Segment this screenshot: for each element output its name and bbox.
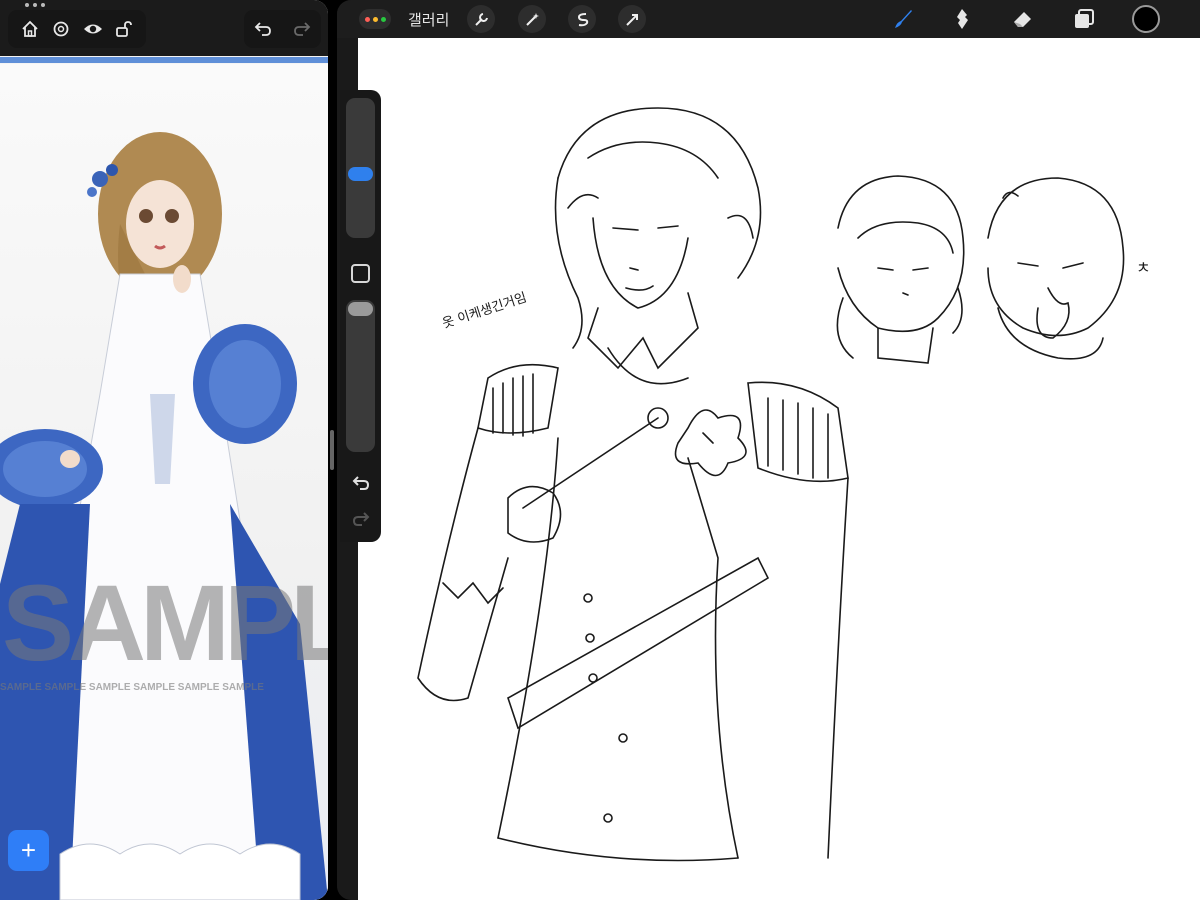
drawing-canvas[interactable]: 옷 이케생긴거임 ㅊ: [358, 38, 1200, 900]
redo-icon[interactable]: [291, 18, 313, 40]
reference-progress-line: [0, 57, 328, 63]
reference-app-pane: SAMPLE SAMPLE SAMPLE SAMPLE SAMPLE SAMPL…: [0, 0, 328, 900]
procreate-top-bar: 갤러리: [337, 0, 1200, 38]
split-view-divider-handle[interactable]: [330, 430, 334, 470]
eyedropper-modify-button[interactable]: [351, 264, 370, 283]
reference-illustration: SAMPLE SAMPLE SAMPLE SAMPLE SAMPLE SAMPL…: [0, 64, 328, 900]
reference-undo-group: [244, 10, 321, 48]
lock-icon[interactable]: [113, 18, 135, 40]
reference-figure-art: [0, 132, 328, 900]
home-icon[interactable]: [19, 18, 41, 40]
procreate-sidebar: [340, 90, 381, 542]
selection-icon[interactable]: [568, 5, 596, 33]
brush-size-thumb[interactable]: [348, 167, 373, 182]
layers-icon[interactable]: [1070, 5, 1098, 33]
undo-icon[interactable]: [252, 18, 274, 40]
watermark-small: SAMPLE SAMPLE SAMPLE SAMPLE SAMPLE SAMPL…: [0, 682, 264, 693]
sidebar-redo-icon[interactable]: [350, 508, 372, 530]
wrench-icon[interactable]: [467, 5, 495, 33]
settings-icon[interactable]: [50, 18, 72, 40]
add-button[interactable]: +: [8, 830, 49, 871]
smudge-icon[interactable]: [948, 5, 976, 33]
magic-wand-icon[interactable]: [518, 5, 546, 33]
multitask-dots[interactable]: [25, 3, 45, 7]
reference-toolbar: [8, 10, 146, 48]
canvas-annotation: 옷 이케생긴거임: [441, 290, 529, 331]
watermark-large: SAMPLE: [2, 562, 328, 683]
sidebar-undo-icon[interactable]: [350, 472, 372, 494]
window-control-dots[interactable]: [359, 9, 391, 29]
transform-icon[interactable]: [618, 5, 646, 33]
opacity-slider[interactable]: [346, 300, 375, 452]
color-picker-swatch[interactable]: [1132, 5, 1160, 33]
opacity-thumb[interactable]: [348, 302, 373, 316]
gallery-button[interactable]: 갤러리: [408, 9, 449, 30]
eye-icon[interactable]: [82, 18, 104, 40]
eraser-icon[interactable]: [1009, 5, 1037, 33]
line-art-drawing: 옷 이케생긴거임 ㅊ: [417, 107, 1151, 862]
brush-icon[interactable]: [889, 5, 917, 33]
brush-size-slider[interactable]: [346, 98, 375, 238]
procreate-pane: 갤러리 옷 이케생긴거임 ㅊ: [337, 0, 1200, 900]
canvas-side-mark: ㅊ: [1136, 258, 1151, 277]
